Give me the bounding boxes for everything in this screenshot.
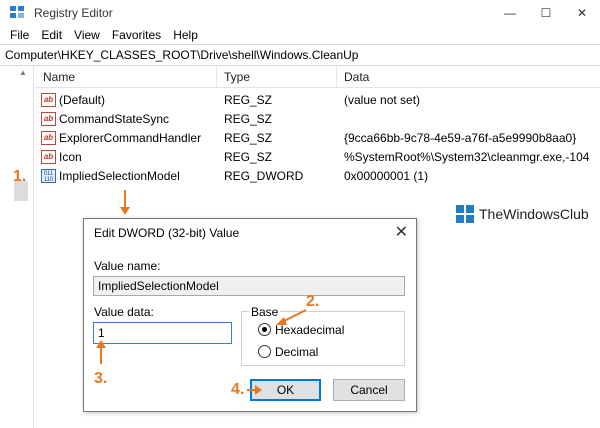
table-row[interactable]: ab (Default) REG_SZ (value not set) <box>35 91 600 110</box>
annotation-step-3: 3. <box>94 370 108 387</box>
edit-dword-dialog: Edit DWORD (32-bit) Value ✕ Value name: … <box>83 218 417 412</box>
minimize-icon[interactable]: — <box>492 6 528 20</box>
arrow-right-icon <box>247 385 262 395</box>
maximize-icon[interactable]: ☐ <box>528 6 564 20</box>
value-name: ExplorerCommandHandler <box>59 131 202 145</box>
decimal-label[interactable]: Decimal <box>275 345 318 359</box>
list-header: Name Type Data <box>35 66 600 88</box>
value-type: REG_DWORD <box>224 169 304 183</box>
value-name: Icon <box>59 150 82 164</box>
title-bar: Registry Editor — ☐ ✕ <box>0 0 600 26</box>
arrow-down-left-icon <box>276 309 307 325</box>
arrow-up-icon <box>96 340 106 364</box>
column-data[interactable]: Data <box>344 70 369 84</box>
scroll-up-icon[interactable]: ▲ <box>18 68 28 77</box>
address-bar[interactable]: Computer\HKEY_CLASSES_ROOT\Drive\shell\W… <box>0 44 600 66</box>
window-title: Registry Editor <box>34 6 113 20</box>
value-type: REG_SZ <box>224 93 273 107</box>
arrow-down-icon <box>120 190 130 215</box>
table-row[interactable]: ab CommandStateSync REG_SZ <box>35 110 600 129</box>
annotation-step-4: 4. <box>231 381 245 398</box>
string-value-icon: ab <box>41 93 56 107</box>
address-path: Computer\HKEY_CLASSES_ROOT\Drive\shell\W… <box>5 48 359 62</box>
watermark: TheWindowsClub <box>456 202 600 226</box>
value-type: REG_SZ <box>224 150 273 164</box>
value-data: (value not set) <box>344 93 421 107</box>
menu-edit[interactable]: Edit <box>35 28 68 42</box>
close-icon[interactable]: ✕ <box>564 6 600 20</box>
value-data: {9cca66bb-9c78-4e59-a76f-a5e9990b8aa0} <box>344 131 577 145</box>
table-row[interactable]: 011 110 ImpliedSelectionModel REG_DWORD 0… <box>35 167 600 186</box>
registry-editor-icon <box>10 6 26 20</box>
cancel-button[interactable]: Cancel <box>333 379 405 401</box>
value-type: REG_SZ <box>224 112 273 126</box>
menu-favorites[interactable]: Favorites <box>106 28 167 42</box>
hexadecimal-radio[interactable] <box>258 323 271 336</box>
windows-logo-icon <box>456 205 474 223</box>
annotation-step-1: 1. <box>13 168 27 185</box>
value-type: REG_SZ <box>224 131 273 145</box>
menu-help[interactable]: Help <box>167 28 204 42</box>
value-data-input[interactable]: 1 <box>93 322 232 344</box>
value-name: CommandStateSync <box>59 112 170 126</box>
dword-value-icon: 011 110 <box>41 169 56 183</box>
value-name: ImpliedSelectionModel <box>59 169 180 183</box>
value-data-label: Value data: <box>94 305 154 319</box>
string-value-icon: ab <box>41 112 56 126</box>
value-name-field[interactable]: ImpliedSelectionModel <box>93 276 405 296</box>
watermark-text: TheWindowsClub <box>479 206 589 222</box>
menu-bar: File Edit View Favorites Help <box>0 26 600 44</box>
menu-view[interactable]: View <box>68 28 106 42</box>
column-name[interactable]: Name <box>43 70 75 84</box>
string-value-icon: ab <box>41 150 56 164</box>
menu-file[interactable]: File <box>4 28 35 42</box>
value-data: 0x00000001 (1) <box>344 169 429 183</box>
dialog-close-icon[interactable]: ✕ <box>395 222 408 242</box>
value-data: %SystemRoot%\System32\cleanmgr.exe,-104 <box>344 150 590 164</box>
column-type[interactable]: Type <box>224 70 250 84</box>
table-row[interactable]: ab ExplorerCommandHandler REG_SZ {9cca66… <box>35 129 600 148</box>
value-name: (Default) <box>59 93 106 107</box>
dialog-title: Edit DWORD (32-bit) Value <box>94 226 240 240</box>
tree-pane[interactable]: ▲ <box>0 66 34 428</box>
string-value-icon: ab <box>41 131 56 145</box>
table-row[interactable]: ab Icon REG_SZ %SystemRoot%\System32\cle… <box>35 148 600 167</box>
value-name-label: Value name: <box>94 259 161 273</box>
annotation-step-2: 2. <box>306 293 320 310</box>
decimal-radio[interactable] <box>258 345 271 358</box>
